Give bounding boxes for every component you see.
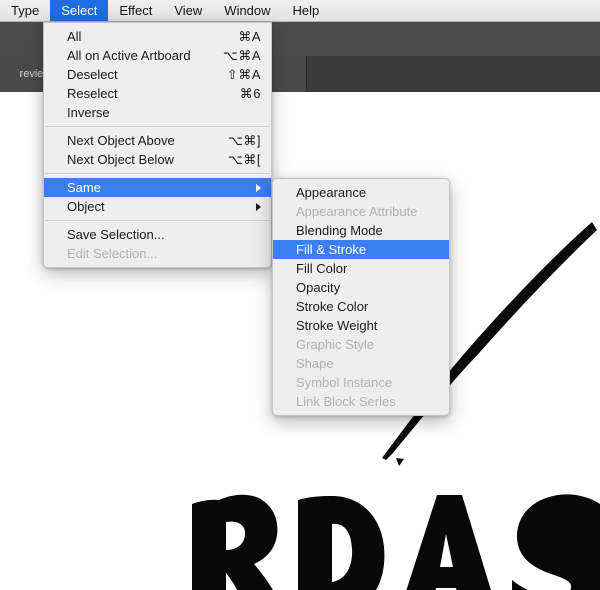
- menu-item-same[interactable]: Same: [44, 178, 271, 197]
- menu-item-reselect[interactable]: Reselect ⌘6: [44, 84, 271, 103]
- menubar-item-select[interactable]: Select: [50, 0, 109, 21]
- menu-item-label: Opacity: [296, 280, 341, 295]
- menu-item-label: Same: [67, 180, 101, 195]
- menu-item-shortcut: ⌥⌘A: [222, 47, 261, 63]
- menu-item-all[interactable]: All ⌘A: [44, 27, 271, 46]
- menu-item-label: Appearance: [296, 185, 367, 200]
- menu-item-save-selection[interactable]: Save Selection...: [44, 225, 271, 244]
- menu-item-label: Reselect: [67, 86, 118, 101]
- menu-item-label: Symbol Instance: [296, 375, 393, 390]
- menu-item-label: Deselect: [67, 67, 118, 82]
- submenu-item-opacity[interactable]: Opacity: [273, 278, 449, 297]
- menu-item-label: Inverse: [67, 105, 110, 120]
- menubar-item-window[interactable]: Window: [213, 0, 281, 21]
- submenu-item-link-block-series: Link Block Series: [273, 392, 449, 411]
- chevron-right-icon: [256, 202, 261, 211]
- menu-item-label: Stroke Weight: [296, 318, 378, 333]
- submenu-item-symbol-instance: Symbol Instance: [273, 373, 449, 392]
- submenu-item-shape: Shape: [273, 354, 449, 373]
- menu-separator: [45, 173, 270, 174]
- menu-item-label: Shape: [296, 356, 334, 371]
- menu-item-label: Next Object Above: [67, 133, 175, 148]
- menu-item-all-on-active-artboard[interactable]: All on Active Artboard ⌥⌘A: [44, 46, 271, 65]
- menu-item-label: All on Active Artboard: [67, 48, 191, 63]
- menu-item-label: Graphic Style: [296, 337, 375, 352]
- menu-item-shortcut: ⇧⌘A: [226, 66, 261, 82]
- menu-item-label: Save Selection...: [67, 227, 165, 242]
- menu-item-edit-selection: Edit Selection...: [44, 244, 271, 263]
- menubar-item-help[interactable]: Help: [282, 0, 331, 21]
- menu-separator: [45, 126, 270, 127]
- submenu-item-appearance-attribute: Appearance Attribute: [273, 202, 449, 221]
- menu-item-label: All: [67, 29, 82, 44]
- illustrator-window: review) Preview) Type Select Effect View…: [0, 0, 600, 590]
- menubar-item-effect[interactable]: Effect: [108, 0, 163, 21]
- menu-item-label: Blending Mode: [296, 223, 383, 238]
- menubar-item-view[interactable]: View: [163, 0, 213, 21]
- menu-item-next-object-above[interactable]: Next Object Above ⌥⌘]: [44, 131, 271, 150]
- submenu-item-appearance[interactable]: Appearance: [273, 183, 449, 202]
- menu-item-label: Object: [67, 199, 105, 214]
- same-submenu: Appearance Appearance Attribute Blending…: [272, 178, 450, 416]
- submenu-item-graphic-style: Graphic Style: [273, 335, 449, 354]
- menu-item-label: Appearance Attribute: [296, 204, 418, 219]
- menu-item-label: Fill Color: [296, 261, 348, 276]
- menu-item-label: Edit Selection...: [67, 246, 158, 261]
- menu-item-shortcut: ⌥⌘]: [227, 132, 261, 148]
- submenu-item-stroke-weight[interactable]: Stroke Weight: [273, 316, 449, 335]
- menu-item-deselect[interactable]: Deselect ⇧⌘A: [44, 65, 271, 84]
- menu-item-shortcut: ⌘6: [239, 85, 261, 101]
- menu-item-label: Stroke Color: [296, 299, 369, 314]
- menu-item-next-object-below[interactable]: Next Object Below ⌥⌘[: [44, 150, 271, 169]
- chevron-right-icon: [256, 183, 261, 192]
- submenu-item-blending-mode[interactable]: Blending Mode: [273, 221, 449, 240]
- menu-item-shortcut: ⌘A: [238, 28, 261, 44]
- menu-item-label: Next Object Below: [67, 152, 174, 167]
- menu-item-label: Link Block Series: [296, 394, 396, 409]
- menu-separator: [45, 220, 270, 221]
- menu-item-label: Fill & Stroke: [296, 242, 367, 257]
- menubar-item-type[interactable]: Type: [0, 0, 50, 21]
- menu-bar: Type Select Effect View Window Help: [0, 0, 600, 22]
- submenu-item-fill-and-stroke[interactable]: Fill & Stroke: [273, 240, 449, 259]
- submenu-item-stroke-color[interactable]: Stroke Color: [273, 297, 449, 316]
- submenu-item-fill-color[interactable]: Fill Color: [273, 259, 449, 278]
- menu-item-inverse[interactable]: Inverse: [44, 103, 271, 122]
- menu-item-object[interactable]: Object: [44, 197, 271, 216]
- menu-item-shortcut: ⌥⌘[: [227, 151, 261, 167]
- select-dropdown-menu: All ⌘A All on Active Artboard ⌥⌘A Desele…: [43, 22, 272, 268]
